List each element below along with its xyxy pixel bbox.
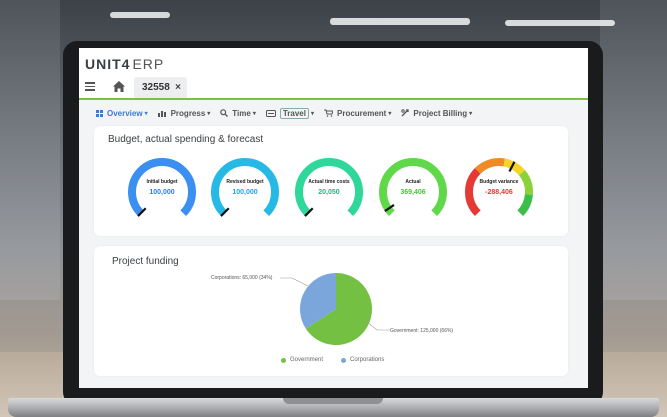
background-window: [600, 0, 667, 300]
module-menu: Overview ▾ Progress ▾ Time ▾ Travel ▾ Procur…: [79, 100, 588, 126]
gauge-label: Actual: [405, 179, 421, 185]
gauge-budget-variance: Budget variance -288,406: [462, 157, 536, 217]
menu-progress[interactable]: Progress ▾: [157, 108, 211, 118]
gauge-actual: Actual 369,406: [376, 157, 450, 217]
gauge-actual-time-costs: Actual time costs 20,050: [292, 157, 366, 217]
budget-card: Budget, actual spending & forecast Initi…: [94, 126, 568, 236]
pie-annotation-corporations: Corporations: 65,000 (34%): [211, 275, 273, 281]
menu-procurement[interactable]: Procurement ▾: [324, 109, 391, 118]
gauge-label: Revised budget: [226, 179, 264, 185]
chevron-down-icon: ▾: [252, 110, 256, 117]
menu-label: Travel: [279, 107, 309, 119]
chevron-down-icon: ▾: [144, 110, 148, 117]
menu-label: Progress: [170, 108, 206, 118]
gauge-value: 100,000: [232, 189, 258, 196]
top-bar: UNIT4 ERP 32558 ×: [79, 48, 588, 100]
gauge-revised-budget: Revised budget 100,000: [208, 157, 282, 217]
chevron-down-icon: ▾: [207, 110, 211, 117]
legend-label: Corporations: [350, 357, 385, 363]
gauge-label: Actual time costs: [308, 179, 350, 185]
home-icon[interactable]: [113, 79, 125, 97]
brand-name: UNIT4: [85, 56, 131, 72]
brand-logo: UNIT4 ERP: [85, 56, 164, 72]
budget-card-title: Budget, actual spending & forecast: [108, 134, 264, 145]
cart-icon: [324, 109, 333, 117]
ceiling-light: [330, 18, 470, 25]
legend-swatch-government: [281, 357, 286, 363]
menu-label: Overview: [107, 108, 143, 118]
chevron-down-icon: ▾: [310, 110, 314, 117]
gauge-arc-segment: [474, 158, 505, 174]
gauge-value: 369,406: [400, 189, 426, 196]
billing-icon: [401, 109, 410, 117]
product-name: ERP: [132, 56, 165, 72]
gauge-arc-segment: [517, 194, 533, 217]
legend-label: Government: [290, 357, 324, 363]
pie-leader-line-government: [367, 322, 390, 331]
legend-item-government[interactable]: Government: [281, 357, 323, 363]
gauge-arc-band: [128, 158, 196, 217]
app-screen: UNIT4 ERP 32558 × Overview ▾ Progress ▾ Tim…: [79, 48, 588, 388]
legend-swatch-corporations: [341, 357, 346, 363]
gauge-initial-budget: Initial budget 100,000: [125, 157, 199, 217]
ceiling-light: [505, 20, 615, 26]
menu-time[interactable]: Time ▾: [220, 109, 256, 118]
tab-32558[interactable]: 32558 ×: [134, 77, 187, 98]
gauge-value: 100,000: [149, 189, 175, 196]
gauge-arc-band: [211, 158, 279, 217]
grid-icon: [96, 109, 103, 117]
menu-travel[interactable]: Travel ▾: [265, 107, 314, 119]
bar-chart-icon: [157, 110, 167, 117]
gauge-value: -288,406: [485, 189, 513, 196]
menu-project-billing[interactable]: Project Billing ▾: [401, 109, 472, 118]
menu-label: Procurement: [337, 108, 387, 118]
menu-label: Project Billing: [413, 108, 468, 118]
gauge-label: Budget variance: [479, 179, 519, 185]
chevron-down-icon: ▾: [388, 110, 392, 117]
funding-card-title: Project funding: [112, 256, 179, 267]
legend-item-corporations[interactable]: Corporations: [341, 357, 384, 363]
chevron-down-icon: ▾: [469, 110, 473, 117]
tab-label: 32558: [142, 82, 170, 93]
pie-leader-line-corporations: [280, 277, 309, 287]
gauge-arc-band: [295, 158, 363, 217]
gauge-value: 20,050: [318, 189, 340, 196]
menu-overview[interactable]: Overview ▾: [96, 109, 148, 118]
travel-icon: [265, 109, 276, 117]
funding-card: Project funding Corporations: 65,000 (34…: [94, 246, 568, 376]
ceiling-light: [110, 12, 170, 18]
background-window: [0, 0, 60, 300]
laptop-notch: [283, 398, 383, 404]
pie-annotation-government: Government: 125,000 (66%): [390, 328, 454, 334]
menu-label: Time: [232, 108, 251, 118]
gauge-label: Initial budget: [146, 179, 178, 185]
close-icon[interactable]: ×: [175, 82, 181, 93]
hamburger-menu-icon[interactable]: [85, 82, 95, 91]
search-icon: [220, 109, 229, 117]
